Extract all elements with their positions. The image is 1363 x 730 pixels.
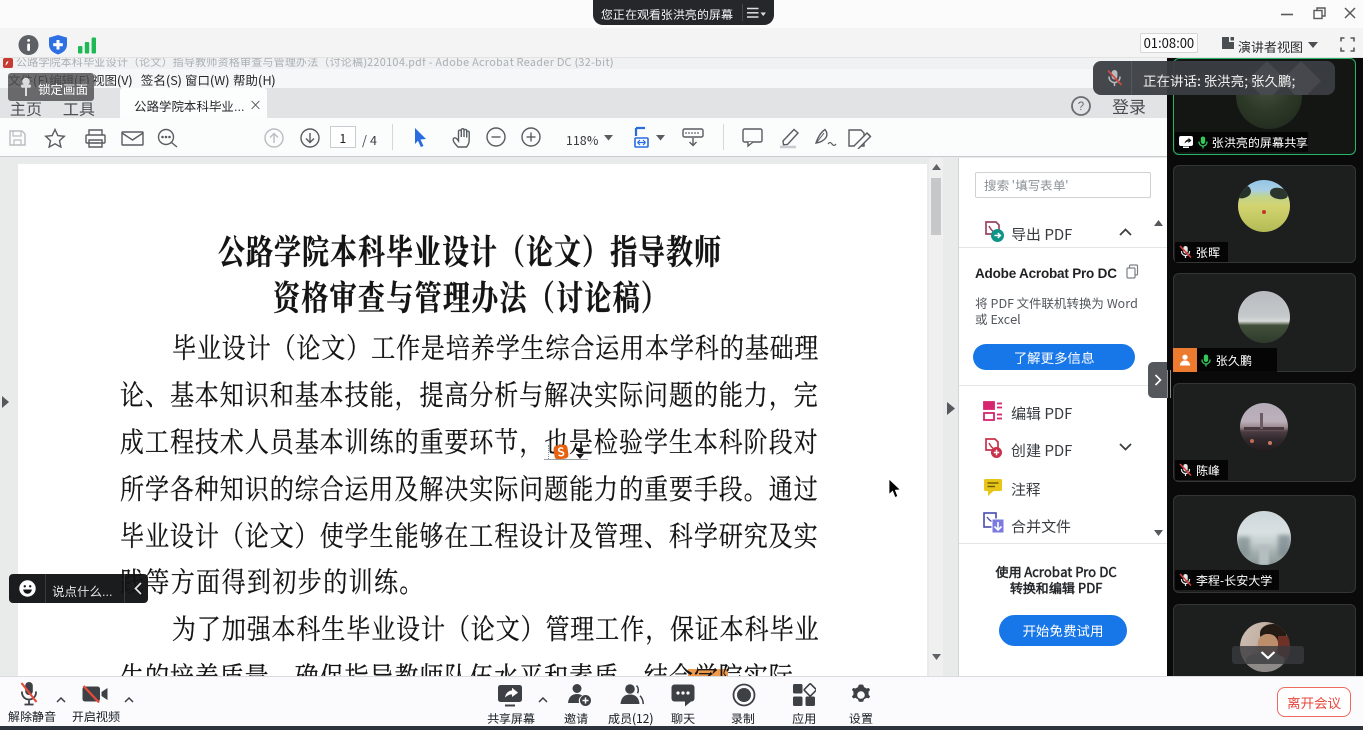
svg-text:?: ? <box>1078 101 1084 113</box>
